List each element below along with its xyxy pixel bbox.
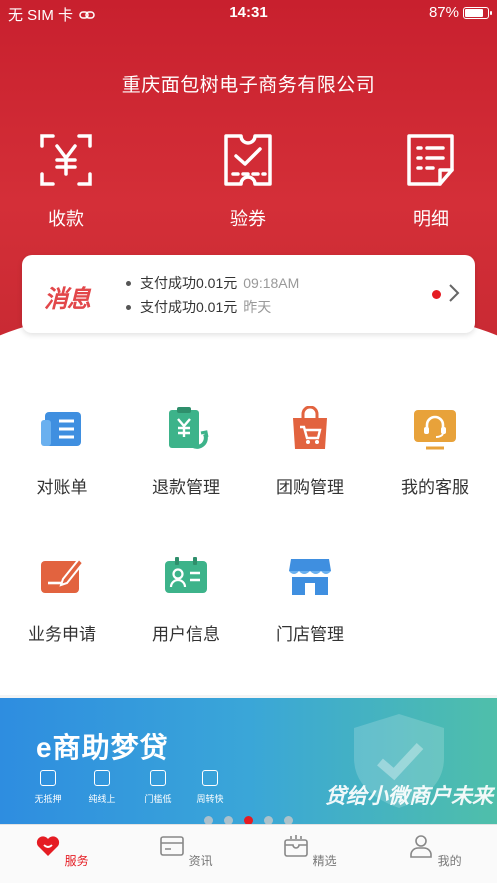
grid-item-label: 业务申请 — [28, 625, 96, 644]
grid-item-label: 用户信息 — [152, 625, 220, 644]
store-icon — [289, 559, 331, 595]
grid-item-label: 对账单 — [36, 478, 88, 497]
message-text: 支付成功0.01元 — [140, 275, 238, 291]
message-card[interactable]: 消息 支付成功0.01元 09:18AM 支付成功0.01元 昨天 — [22, 255, 475, 333]
service-grid: 对账单 退款管理 团购管理 我的客服 业务申请 用户信息 门店管理 — [0, 340, 497, 695]
thumbs-up-icon — [150, 770, 166, 786]
grid-item-user-info[interactable]: 用户信息 — [124, 553, 248, 645]
grid-item-label: 团购管理 — [276, 478, 344, 497]
grid-item-groupbuy[interactable]: 团购管理 — [248, 405, 372, 498]
user-card-icon — [165, 557, 207, 593]
battery-icon — [463, 6, 492, 19]
tab-label: 我的 — [437, 854, 462, 868]
quick-action-verify[interactable]: 验券 — [188, 132, 308, 231]
clock: 14:31 — [229, 4, 268, 21]
refund-icon — [169, 407, 209, 449]
grid-item-apply[interactable]: 业务申请 — [0, 553, 124, 645]
grid-item-refund[interactable]: 退款管理 — [124, 406, 248, 498]
customer-service-icon — [414, 410, 456, 450]
card-icon — [202, 770, 218, 786]
tab-mine[interactable]: 我的 — [373, 833, 497, 869]
carousel-dot[interactable] — [264, 816, 273, 824]
carousel-indicator[interactable] — [0, 816, 497, 824]
chevron-right-icon[interactable] — [447, 282, 461, 304]
tab-label: 精选 — [312, 854, 337, 868]
yuan-scan-icon — [40, 134, 92, 186]
banner-title: e商助梦贷 — [36, 732, 169, 763]
message-time: 09:18AM — [243, 275, 300, 291]
home-icon — [40, 770, 56, 786]
unread-dot-icon — [432, 290, 441, 299]
person-icon — [410, 835, 433, 858]
carousel-dot[interactable] — [204, 816, 213, 824]
grid-item-store[interactable]: 门店管理 — [248, 553, 372, 645]
carousel-dot[interactable] — [224, 816, 233, 824]
heart-service-icon — [37, 836, 60, 856]
banner-feature: 门槛低 — [128, 770, 188, 805]
tab-service[interactable]: 服务 — [0, 833, 124, 869]
list-item: 支付成功0.01元 09:18AM — [126, 271, 299, 295]
tab-featured[interactable]: 精选 — [248, 833, 372, 869]
document-list-icon — [407, 134, 454, 186]
battery-percent: 87% — [428, 4, 459, 21]
quick-action-label: 明细 — [413, 209, 449, 229]
banner-feature: 周转快 — [180, 770, 240, 805]
tab-label: 服务 — [64, 854, 89, 868]
message-logo: 消息 — [44, 286, 91, 313]
shopping-bag-icon — [293, 405, 327, 449]
selection-box-icon — [284, 835, 309, 857]
list-item: 支付成功0.01元 昨天 — [126, 295, 299, 319]
statement-icon — [41, 412, 81, 446]
ticket-check-icon — [224, 134, 272, 186]
message-time: 昨天 — [243, 299, 272, 315]
grid-item-label: 退款管理 — [152, 478, 220, 497]
apply-edit-icon — [41, 557, 85, 593]
bullet-icon — [126, 280, 131, 286]
grid-item-customer-service[interactable]: 我的客服 — [373, 406, 497, 498]
quick-action-details[interactable]: 明细 — [371, 132, 491, 231]
message-text: 支付成功0.01元 — [140, 299, 238, 315]
quick-action-label: 验券 — [230, 209, 266, 229]
banner-feature: 纯线上 — [72, 770, 132, 805]
quick-action-label: 收款 — [48, 209, 84, 229]
tab-news[interactable]: 资讯 — [124, 833, 248, 869]
carousel-dot[interactable] — [244, 816, 253, 824]
grid-item-statement[interactable]: 对账单 — [0, 406, 124, 498]
screen-icon — [94, 770, 110, 786]
quick-action-collect[interactable]: 收款 — [6, 132, 126, 231]
grid-item-label: 我的客服 — [401, 478, 469, 497]
company-name: 重庆面包树电子商务有限公司 — [121, 75, 376, 96]
tab-label: 资讯 — [188, 854, 213, 868]
news-card-icon — [160, 836, 185, 856]
bullet-icon — [126, 304, 131, 310]
banner-feature: 无抵押 — [18, 770, 78, 805]
carousel-dot[interactable] — [284, 816, 293, 824]
message-list: 支付成功0.01元 09:18AM 支付成功0.01元 昨天 — [126, 271, 299, 319]
banner-slogan: 贷给小微商户未来 — [325, 785, 493, 808]
promo-banner[interactable]: e商助梦贷 无抵押 纯线上 门槛低 周转快 贷给小微商户未来 — [0, 698, 497, 824]
grid-item-label: 门店管理 — [276, 625, 344, 644]
tab-bar: 服务 资讯 精选 我的 — [0, 824, 497, 883]
status-bar: 无 SIM 卡 14:31 87% — [0, 0, 497, 26]
